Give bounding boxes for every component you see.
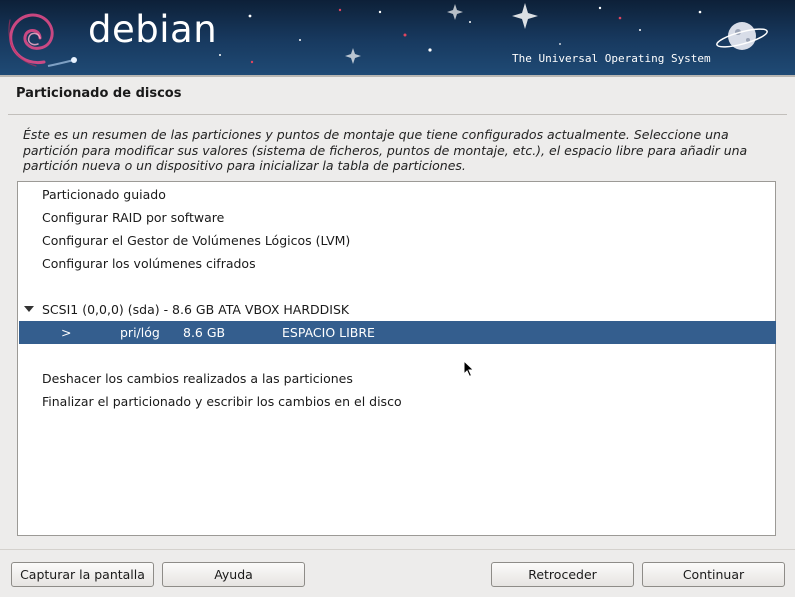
title-divider (8, 114, 787, 115)
screenshot-button[interactable]: Capturar la pantalla (11, 562, 154, 587)
list-item-raid[interactable]: Configurar RAID por software (19, 206, 776, 229)
list-item-free-space[interactable]: > pri/lóg 8.6 GB ESPACIO LIBRE (19, 321, 776, 344)
list-item-label: Configurar RAID por software (42, 210, 225, 225)
list-item-label: Configurar el Gestor de Volúmenes Lógico… (42, 233, 351, 248)
button-bar-divider (0, 549, 795, 550)
list-item-undo[interactable]: Deshacer los cambios realizados a las pa… (19, 367, 776, 390)
list-item-guided[interactable]: Particionado guiado (19, 183, 776, 206)
help-button[interactable]: Ayuda (162, 562, 305, 587)
debian-swirl-icon (8, 13, 54, 67)
debian-banner: debian The Universal Operating System (0, 0, 795, 75)
list-item-label: Deshacer los cambios realizados a las pa… (42, 371, 353, 386)
page-title: Particionado de discos (16, 86, 182, 101)
mouse-pointer-icon (463, 359, 475, 381)
list-item-crypto[interactable]: Configurar los volúmenes cifrados (19, 252, 776, 275)
debian-logo-text: debian (88, 8, 218, 51)
list-item-label: Configurar los volúmenes cifrados (42, 256, 256, 271)
list-item-lvm[interactable]: Configurar el Gestor de Volúmenes Lógico… (19, 229, 776, 252)
tagline: The Universal Operating System (512, 52, 711, 65)
list-item-label: SCSI1 (0,0,0) (sda) - 8.6 GB ATA VBOX HA… (42, 302, 350, 317)
page-description: Éste es un resumen de las particiones y … (23, 127, 748, 173)
partition-list[interactable]: Particionado guiado Configurar RAID por … (17, 181, 776, 536)
continue-button[interactable]: Continuar (642, 562, 785, 587)
list-item-label: Finalizar el particionado y escribir los… (42, 394, 402, 409)
free-space-label: ESPACIO LIBRE (282, 325, 375, 340)
comet-icon (47, 57, 77, 67)
free-space-type: pri/lóg (120, 325, 160, 340)
list-item-disk[interactable]: SCSI1 (0,0,0) (sda) - 8.6 GB ATA VBOX HA… (19, 298, 776, 321)
list-item-finish[interactable]: Finalizar el particionado y escribir los… (19, 390, 776, 413)
free-space-marker: > (61, 325, 72, 340)
banner-divider (0, 75, 795, 77)
free-space-size: 8.6 GB (183, 325, 226, 340)
planet-icon (716, 22, 768, 50)
list-item-label: Particionado guiado (42, 187, 166, 202)
back-button[interactable]: Retroceder (491, 562, 634, 587)
